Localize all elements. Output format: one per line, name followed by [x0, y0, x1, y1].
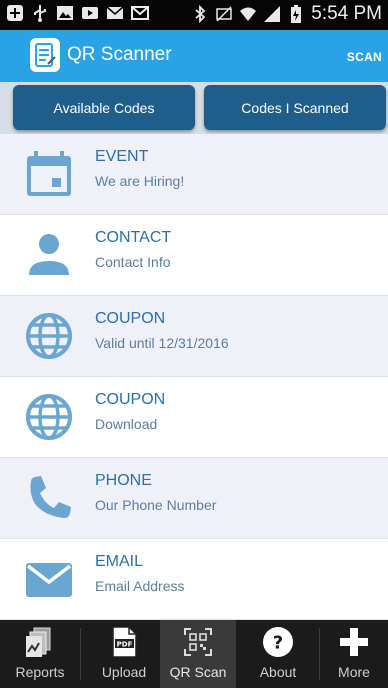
list-item-phone[interactable]: PHONE Our Phone Number	[0, 458, 388, 539]
tab-codes-i-scanned[interactable]: Codes I Scanned	[204, 85, 386, 130]
app-logo-icon	[30, 38, 60, 72]
item-description: Contact Info	[95, 254, 171, 270]
pdf-icon: PDF	[108, 626, 140, 658]
item-description: Download	[95, 416, 158, 432]
nav-upload[interactable]: PDF Upload	[86, 620, 162, 688]
nav-more[interactable]: More	[320, 620, 388, 688]
status-bar: 5:54 PM	[0, 0, 388, 30]
tab-available-codes[interactable]: Available Codes	[13, 85, 195, 130]
phone-icon	[23, 472, 75, 524]
email-notification-icon	[106, 4, 124, 22]
globe-icon	[23, 391, 75, 443]
app-bar: QR Scanner SCAN	[0, 30, 388, 82]
scan-button[interactable]: SCAN	[347, 50, 382, 64]
item-type: COUPON	[95, 391, 166, 408]
bluetooth-icon	[191, 5, 209, 23]
usb-icon	[31, 4, 49, 22]
nav-label: Reports	[15, 664, 65, 680]
reports-icon	[24, 626, 56, 658]
globe-icon	[23, 310, 75, 362]
tab-bar: Available Codes Codes I Scanned	[0, 82, 388, 134]
nav-divider	[80, 628, 81, 680]
tab-label: Available Codes	[53, 99, 155, 116]
list-item-email[interactable]: EMAIL Email Address	[0, 539, 388, 620]
svg-text:PDF: PDF	[117, 641, 133, 649]
qr-code-icon	[182, 626, 214, 658]
gmail-icon	[131, 4, 149, 22]
nav-label: More	[338, 664, 370, 680]
wifi-icon	[239, 5, 257, 23]
svg-text:?: ?	[273, 633, 283, 654]
app-title: QR Scanner	[67, 44, 172, 65]
item-description: Our Phone Number	[95, 497, 217, 513]
nav-about[interactable]: ? About	[240, 620, 316, 688]
nav-label: QR Scan	[169, 664, 227, 680]
battery-icon	[287, 5, 305, 23]
status-time: 5:54 PM	[311, 3, 382, 24]
calendar-icon	[23, 148, 75, 200]
envelope-icon	[23, 553, 75, 605]
nav-qr-scan[interactable]: QR Scan	[160, 620, 236, 688]
item-description: Valid until 12/31/2016	[95, 335, 229, 351]
bottom-nav: Reports PDF Upload QR Scan ? About More	[0, 620, 388, 688]
item-type: EMAIL	[95, 553, 144, 570]
list-item-contact[interactable]: CONTACT Contact Info	[0, 215, 388, 296]
codes-list: EVENT We are Hiring! CONTACT Contact Inf…	[0, 134, 388, 620]
item-type: EVENT	[95, 148, 149, 165]
nav-label: About	[259, 664, 297, 680]
list-item-coupon[interactable]: COUPON Valid until 12/31/2016	[0, 296, 388, 377]
mute-icon	[215, 5, 233, 23]
item-type: CONTACT	[95, 229, 172, 246]
list-item-event[interactable]: EVENT We are Hiring!	[0, 134, 388, 215]
gallery-icon	[56, 4, 74, 22]
nav-label: Upload	[101, 664, 147, 680]
nav-reports[interactable]: Reports	[2, 620, 78, 688]
item-type: PHONE	[95, 472, 152, 489]
add-box-icon	[6, 4, 24, 22]
tab-label: Codes I Scanned	[241, 99, 349, 116]
person-icon	[23, 229, 75, 281]
item-description: We are Hiring!	[95, 173, 185, 189]
help-icon: ?	[262, 626, 294, 658]
item-description: Email Address	[95, 578, 185, 594]
plus-icon	[338, 626, 370, 658]
item-type: COUPON	[95, 310, 166, 327]
video-icon	[81, 4, 99, 22]
signal-icon	[263, 5, 281, 23]
list-item-coupon[interactable]: COUPON Download	[0, 377, 388, 458]
